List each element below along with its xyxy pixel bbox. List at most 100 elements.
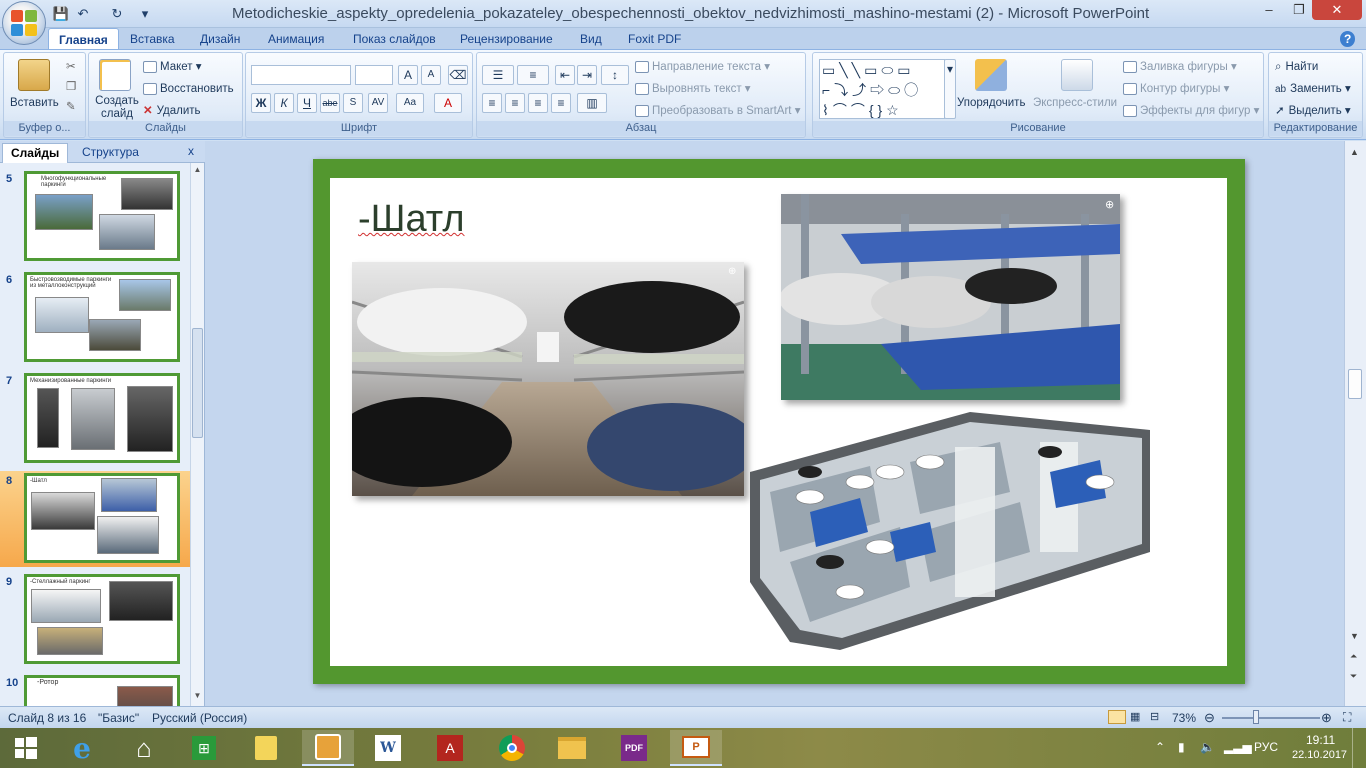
shrink-font-button[interactable]: A [421,65,441,85]
tab-animation[interactable]: Анимация [258,28,334,50]
increase-indent-icon[interactable]: ⇥ [577,65,597,85]
undo-icon[interactable]: ↶ [74,5,92,23]
chrome-icon[interactable] [486,730,538,766]
layout-button[interactable]: Макет ▾ [143,59,202,75]
tab-home[interactable]: Главная [48,28,119,50]
shape-fill-button[interactable]: Заливка фигуры ▾ [1123,59,1237,75]
redo-icon[interactable]: ↻ [108,5,126,23]
battery-icon[interactable]: ▮ [1178,740,1185,754]
clock-date[interactable]: 22.10.2017 [1292,749,1347,761]
smartart-button[interactable]: Преобразовать в SmartArt ▾ [635,103,800,119]
strikethrough-button[interactable]: abe [320,93,340,113]
align-left-icon[interactable]: ≡ [482,93,502,113]
close-panel-icon[interactable]: x [188,144,194,158]
format-painter-icon[interactable]: ✎ [66,99,76,115]
tab-view[interactable]: Вид [570,28,612,50]
font-size-combo[interactable] [355,65,393,85]
grow-font-button[interactable]: A [398,65,418,85]
shape-outline-button[interactable]: Контур фигуры ▾ [1123,81,1229,97]
tray-arrow-icon[interactable]: ⌃ [1155,740,1165,754]
clear-format-icon[interactable]: ⌫ [448,65,468,85]
language-status[interactable]: Русский (Россия) [152,711,247,725]
align-center-icon[interactable]: ≡ [505,93,525,113]
office-button[interactable] [2,1,46,45]
sticky-notes-icon[interactable] [240,730,292,766]
start-button[interactable] [0,730,52,766]
scroll-thumb[interactable] [1348,369,1362,399]
slide-thumbnail-10[interactable]: 10 -Ротор [0,673,190,706]
next-slide-icon[interactable]: ⏷ [1350,671,1357,682]
previous-slide-icon[interactable]: ⏶ [1350,651,1357,662]
minimize-button[interactable]: ‒ [1254,0,1284,20]
arrange-button[interactable]: Упорядочить [957,95,1025,111]
input-language[interactable]: РУС [1254,740,1278,754]
zoom-out-icon[interactable]: ⊖ [1204,710,1215,726]
align-right-icon[interactable]: ≡ [528,93,548,113]
clock-time[interactable]: 19:11 [1306,733,1335,747]
font-name-combo[interactable] [251,65,351,85]
tab-slideshow[interactable]: Показ слайдов [343,28,446,50]
slide-canvas[interactable]: -Шатл ⊕ ⊕ [313,159,1245,684]
restore-button[interactable]: ❐ [1284,0,1314,20]
help-icon[interactable]: ? [1340,31,1356,47]
reset-button[interactable]: Восстановить [143,81,234,97]
zoom-slider-thumb[interactable] [1253,710,1260,724]
slide-thumbnail-8[interactable]: 8 -Шатл [0,471,190,567]
acrobat-icon[interactable]: A [424,730,476,766]
slide-title[interactable]: -Шатл [358,198,465,241]
normal-view-icon[interactable] [1108,710,1126,724]
new-slide-button[interactable]: Создать слайд [94,95,140,121]
bullets-icon[interactable]: ☰ [482,65,514,85]
bold-button[interactable]: Ж [251,93,271,113]
parking-cutaway-diagram[interactable] [750,402,1150,650]
numbering-icon[interactable]: ≡ [517,65,549,85]
tab-foxit-pdf[interactable]: Foxit PDF [618,28,691,50]
fit-to-window-icon[interactable]: ⛶ [1343,710,1351,725]
tab-slides[interactable]: Слайды [2,143,69,163]
tab-outline[interactable]: Структура [74,143,147,163]
slide-sorter-icon[interactable]: ▦ [1130,710,1140,723]
powerpoint-taskbar-icon[interactable] [302,730,354,766]
volume-icon[interactable]: 🔈 [1200,740,1215,754]
shapes-more-icon[interactable]: ▾ [944,59,956,119]
font-color-icon[interactable]: A [434,93,462,113]
line-spacing-icon[interactable]: ↕ [601,65,629,85]
slide-thumbnail-6[interactable]: 6 Быстровозводимые паркинги из металлоко… [0,270,190,366]
text-direction-button[interactable]: Направление текста ▾ [635,59,770,75]
italic-button[interactable]: К [274,93,294,113]
select-button[interactable]: ➚ Выделить ▾ [1275,103,1351,119]
underline-button[interactable]: Ч [297,93,317,113]
slide-thumbnail-5[interactable]: 5 Многофункциональные паркинги [0,169,190,265]
paste-button[interactable]: Вставить [10,95,59,111]
foxit-pdf-icon[interactable]: PDF [608,730,660,766]
internet-explorer-icon[interactable]: e [56,730,108,766]
qat-customize-icon[interactable]: ▾ [136,5,154,23]
scroll-thumb[interactable] [192,328,203,438]
show-desktop-button[interactable] [1352,728,1366,768]
decrease-indent-icon[interactable]: ⇤ [555,65,575,85]
scroll-up-icon[interactable]: ▲ [192,165,203,175]
save-icon[interactable]: 💾 [52,5,70,23]
copy-icon[interactable]: ❐ [66,79,76,95]
find-button[interactable]: ⌕ Найти [1275,59,1318,75]
close-button[interactable]: ✕ [1312,0,1362,20]
spacing-icon[interactable]: AV [368,93,388,113]
change-case-button[interactable]: Aa [396,93,424,113]
replace-button[interactable]: ab Заменить ▾ [1275,81,1351,98]
powerpoint-window-icon[interactable]: P [670,730,722,766]
shadow-icon[interactable]: S [343,93,363,113]
zoom-slider-track[interactable] [1222,717,1320,719]
slide-thumbnail-7[interactable]: 7 Механизированные паркинги [0,371,190,467]
scroll-up-icon[interactable]: ▲ [1350,147,1359,157]
zoom-level[interactable]: 73% [1172,711,1196,725]
scroll-down-icon[interactable]: ▼ [192,691,203,701]
parking-aisle-photo[interactable]: ⊕ [352,262,744,496]
tab-review[interactable]: Рецензирование [450,28,563,50]
store-icon[interactable]: ⊞ [178,730,230,766]
slide-thumbnail-9[interactable]: 9 -Стеллажный паркинг [0,572,190,668]
panel-scrollbar[interactable]: ▲ ▼ [190,163,204,706]
file-explorer-icon[interactable] [546,730,598,766]
tab-insert[interactable]: Вставка [120,28,185,50]
shapes-gallery[interactable]: ▭╲╲▭⬭▭ ⌐⤵⤴⇨⬭◯ ⌇⌒⌒{}☆ [819,59,945,119]
network-icon[interactable]: ▂▃▅ [1224,740,1252,754]
